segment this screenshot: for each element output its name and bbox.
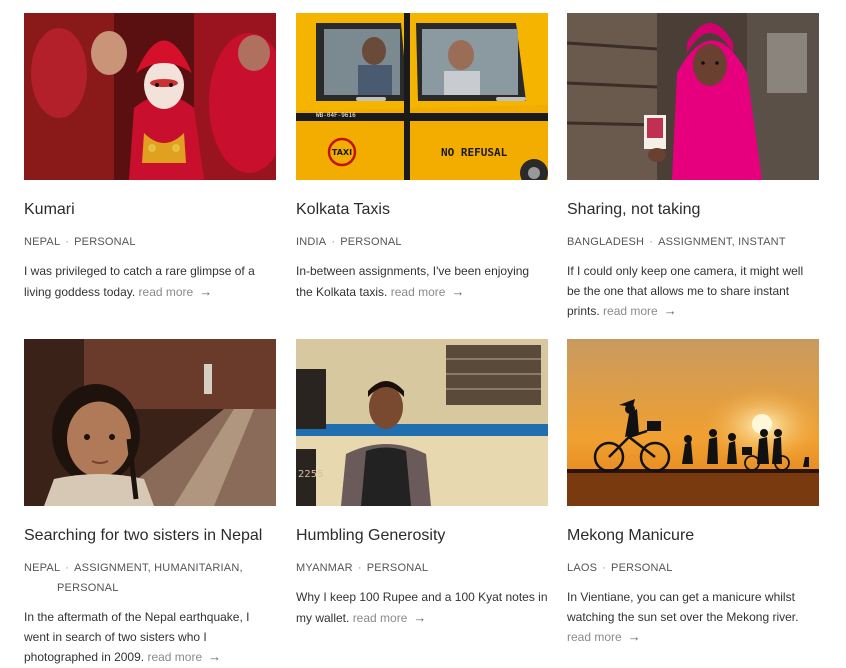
arrow-right-icon[interactable]: → <box>199 284 212 299</box>
arrow-right-icon[interactable]: → <box>413 610 426 625</box>
photo-sharing <box>567 13 819 180</box>
meta-separator: · <box>649 236 654 248</box>
photo-sisters <box>24 339 276 506</box>
location-link[interactable]: INDIA <box>296 236 326 248</box>
post-thumbnail-sisters[interactable] <box>24 339 276 506</box>
post-excerpt: In the aftermath of the Nepal earthquake… <box>24 608 276 668</box>
photo-generosity: 2255 <box>296 339 548 506</box>
location-link[interactable]: LAOS <box>567 562 597 574</box>
post-meta: BANGLADESH · ASSIGNMENT, INSTANT <box>567 232 819 252</box>
arrow-right-icon[interactable]: → <box>451 284 464 299</box>
meta-separator: · <box>357 562 362 574</box>
post-title[interactable]: Kolkata Taxis <box>296 200 548 220</box>
read-more-link[interactable]: read more <box>147 650 202 664</box>
location-link[interactable]: MYANMAR <box>296 562 353 574</box>
location-link[interactable]: NEPAL <box>24 562 60 574</box>
post-thumbnail-kolkata-taxis[interactable]: WB-04F-9616 TAXI NO REFUSAL <box>296 13 548 180</box>
category-link[interactable]: PERSONAL <box>367 562 429 574</box>
post-meta: INDIA · PERSONAL <box>296 232 548 252</box>
arrow-right-icon[interactable]: → <box>208 649 221 664</box>
post-thumbnail-sharing[interactable] <box>567 13 819 180</box>
arrow-right-icon[interactable]: → <box>628 629 641 644</box>
post-card: Sharing, not taking BANGLADESH · ASSIGNMEN… <box>567 13 819 322</box>
post-excerpt: If I could only keep one camera, it migh… <box>567 262 819 322</box>
door-text: NO REFUSAL <box>441 146 508 159</box>
post-meta: NEPAL · PERSONAL <box>24 232 276 252</box>
post-excerpt: Why I keep 100 Rupee and a 100 Kyat note… <box>296 588 548 628</box>
post-excerpt: I was privileged to catch a rare glimpse… <box>24 262 276 302</box>
arrow-right-icon[interactable]: → <box>664 303 677 318</box>
photo-kumari <box>24 13 276 180</box>
post-meta: NEPAL · ASSIGNMENT, HUMANITARIAN, PERSONAL <box>24 558 276 598</box>
meta-separator: · <box>331 236 336 248</box>
read-more-link[interactable]: read more <box>353 611 408 625</box>
photo-taxi: WB-04F-9616 TAXI NO REFUSAL <box>296 13 548 180</box>
post-thumbnail-generosity[interactable]: 2255 <box>296 339 548 506</box>
read-more-link[interactable]: read more <box>139 285 194 299</box>
read-more-link[interactable]: read more <box>391 285 446 299</box>
meta-separator: · <box>602 562 607 574</box>
post-title[interactable]: Mekong Manicure <box>567 526 819 546</box>
location-link[interactable]: BANGLADESH <box>567 236 644 248</box>
post-title[interactable]: Sharing, not taking <box>567 200 819 220</box>
category-link[interactable]: PERSONAL <box>74 236 136 248</box>
taxi-sign-text: TAXI <box>332 148 352 157</box>
post-excerpt: In Vientiane, you can get a manicure whi… <box>567 588 819 648</box>
post-meta: MYANMAR · PERSONAL <box>296 558 548 578</box>
post-card: Kumari NEPAL · PERSONAL I was privileged t… <box>24 13 276 302</box>
post-card: WB-04F-9616 TAXI NO REFUSAL Kolkata Taxi… <box>296 13 548 302</box>
category-link[interactable]: PERSONAL <box>340 236 402 248</box>
plate-text: WB-04F-9616 <box>316 112 356 119</box>
post-card: Mekong Manicure LAOS · PERSONAL In Vientia… <box>567 339 819 648</box>
read-more-link[interactable]: read more <box>603 304 658 318</box>
post-thumbnail-mekong[interactable] <box>567 339 819 506</box>
meta-separator: · <box>65 236 70 248</box>
category-link[interactable]: ASSIGNMENT, HUMANITARIAN, <box>74 562 243 574</box>
location-link[interactable]: NEPAL <box>24 236 60 248</box>
train-number-text: 2255 <box>298 469 323 480</box>
photo-mekong <box>567 339 819 506</box>
category-link[interactable]: PERSONAL <box>611 562 673 574</box>
post-excerpt: In-between assignments, I've been enjoyi… <box>296 262 548 302</box>
meta-separator: · <box>65 562 70 574</box>
read-more-link[interactable]: read more <box>567 630 622 644</box>
category-continuation: PERSONAL <box>24 578 276 598</box>
category-link[interactable]: ASSIGNMENT, INSTANT <box>658 236 786 248</box>
post-title[interactable]: Searching for two sisters in Nepal <box>24 526 276 546</box>
post-thumbnail-kumari[interactable] <box>24 13 276 180</box>
post-meta: LAOS · PERSONAL <box>567 558 819 578</box>
post-grid: Kumari NEPAL · PERSONAL I was privileged t… <box>0 0 846 668</box>
excerpt-text: In Vientiane, you can get a manicure whi… <box>567 590 799 624</box>
category-link[interactable]: PERSONAL <box>57 582 119 594</box>
post-card: Searching for two sisters in Nepal NEPAL… <box>24 339 276 668</box>
post-title[interactable]: Humbling Generosity <box>296 526 548 546</box>
post-title[interactable]: Kumari <box>24 200 276 220</box>
post-card: 2255 Humbling Generosity MYANMAR · PERSONA… <box>296 339 548 628</box>
